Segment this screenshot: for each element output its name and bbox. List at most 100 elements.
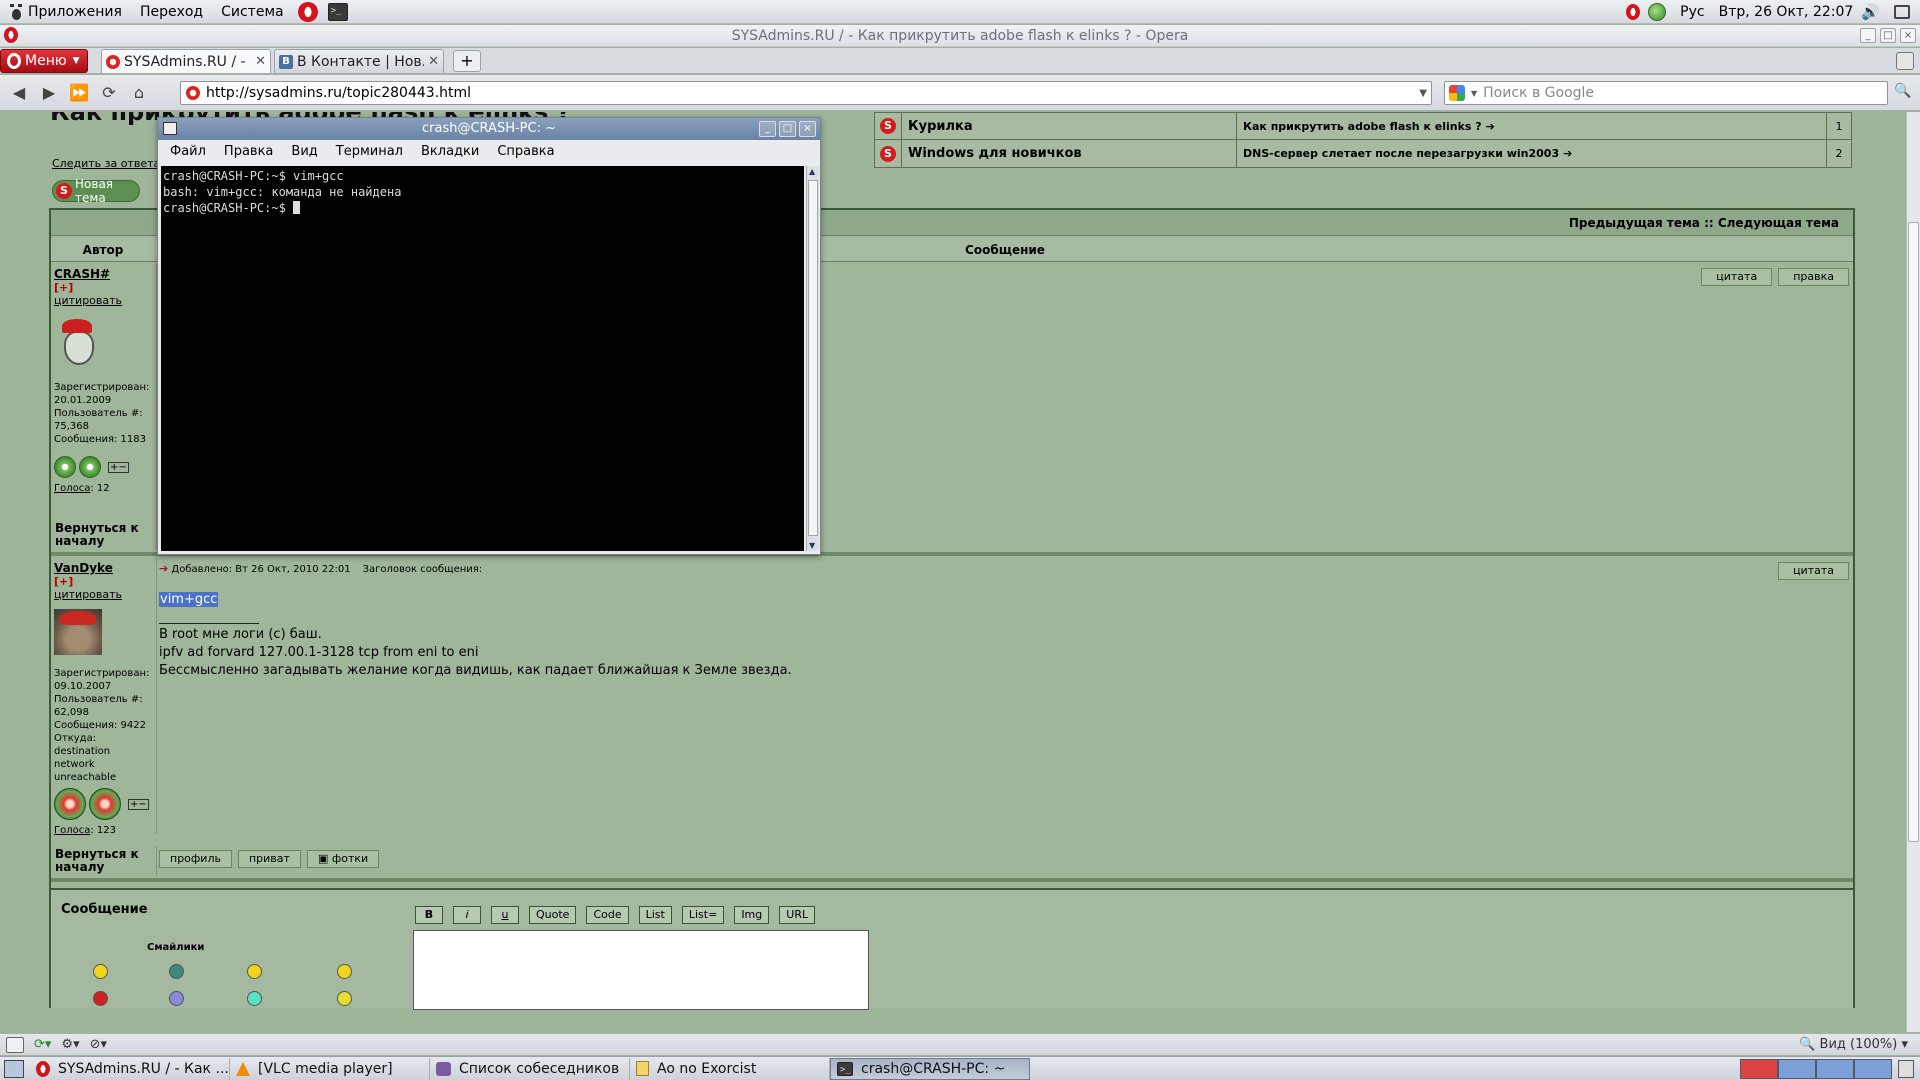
forward-arrow-icon[interactable]: ▶ xyxy=(36,81,62,105)
minimize-button[interactable]: _ xyxy=(1860,28,1876,43)
panel-toggle-icon[interactable] xyxy=(6,1036,24,1053)
workspace-1[interactable] xyxy=(1740,1058,1778,1079)
opera-tray-icon[interactable] xyxy=(1626,3,1641,20)
smiley-icon[interactable] xyxy=(169,964,184,979)
opera-launcher-icon[interactable] xyxy=(297,1,318,22)
expand-icon[interactable]: +− xyxy=(128,798,149,810)
bold-button[interactable]: B xyxy=(415,906,443,924)
terminal-maximize-button[interactable]: □ xyxy=(779,121,796,137)
scroll-down-icon[interactable]: ▼ xyxy=(809,541,815,550)
smiley-icon[interactable] xyxy=(247,991,262,1006)
opera-menu-button[interactable]: Меню ▼ xyxy=(0,48,88,73)
system-menu[interactable]: Система xyxy=(213,4,293,20)
related-forum[interactable]: Курилка xyxy=(901,113,1236,139)
author-name[interactable]: CRASH# xyxy=(54,268,153,281)
places-menu[interactable]: Переход xyxy=(132,4,213,20)
scrollbar-thumb[interactable] xyxy=(1908,222,1919,842)
taskbar-item-document[interactable]: Ao no Exorcist xyxy=(630,1057,830,1080)
quote-link[interactable]: цитировать xyxy=(54,294,153,307)
close-button[interactable]: × xyxy=(1900,28,1916,43)
terminal-menu-file[interactable]: Файл xyxy=(170,144,206,159)
terminal-launcher-icon[interactable] xyxy=(327,2,348,21)
new-tab-button[interactable]: + xyxy=(453,49,481,72)
tab-sysadmins[interactable]: SYSAdmins.RU / - ... ✕ xyxy=(101,49,271,73)
chevron-down-icon[interactable]: ▼ xyxy=(1471,89,1477,98)
tab-vkontakte[interactable]: В В Контакте | Нов... ✕ xyxy=(274,49,444,73)
address-url[interactable]: http://sysadmins.ru/topic280443.html xyxy=(206,85,471,101)
smiley-icon[interactable] xyxy=(169,991,184,1006)
show-desktop-icon[interactable] xyxy=(4,1059,24,1078)
smiley-icon[interactable] xyxy=(337,991,352,1006)
quote-format-button[interactable]: Quote xyxy=(529,906,577,924)
related-topic[interactable]: Как прикрутить adobe flash к elinks ? xyxy=(1243,120,1482,133)
terminal-title-bar[interactable]: crash@CRASH-PC: ~ _ □ × xyxy=(158,118,820,140)
edit-button[interactable]: правка xyxy=(1778,268,1849,286)
workspace-switcher[interactable] xyxy=(1740,1058,1892,1079)
terminal-menu-terminal[interactable]: Терминал xyxy=(336,144,403,159)
workspace-3[interactable] xyxy=(1816,1058,1854,1079)
smiley-icon[interactable] xyxy=(93,991,108,1006)
window-menu-icon[interactable] xyxy=(163,122,177,135)
unite-icon[interactable]: ⚙▾ xyxy=(61,1037,79,1052)
italic-button[interactable]: i xyxy=(453,906,481,924)
terminal-menu-edit[interactable]: Правка xyxy=(224,144,273,159)
terminal-menu-help[interactable]: Справка xyxy=(497,144,554,159)
photos-button[interactable]: ▣ фотки xyxy=(306,850,380,868)
google-icon[interactable] xyxy=(1449,85,1465,101)
author-name[interactable]: VanDyke xyxy=(54,562,153,575)
page-scrollbar[interactable] xyxy=(1906,112,1920,1032)
back-to-top-link[interactable]: Вернуться к началу xyxy=(51,520,157,550)
url-button[interactable]: URL xyxy=(779,906,816,924)
volume-icon[interactable]: 🔊 xyxy=(1861,3,1880,21)
tab-close-icon[interactable]: ✕ xyxy=(255,54,266,69)
network-icon[interactable] xyxy=(1648,2,1667,21)
clock[interactable]: Втр, 26 Окт, 22:07 xyxy=(1719,4,1854,20)
image-button[interactable]: Img xyxy=(734,906,770,924)
terminal-output[interactable]: crash@CRASH-PC:~$ vim+gcc bash: vim+gcc: … xyxy=(161,166,804,551)
profile-button[interactable]: профиль xyxy=(159,850,232,868)
reputation-plus[interactable]: [+] xyxy=(54,281,153,294)
goto-icon[interactable]: ➔ xyxy=(1486,120,1495,133)
search-icon[interactable]: 🔍 xyxy=(1894,83,1914,103)
taskbar-item-vlc[interactable]: [VLC media player] xyxy=(230,1057,430,1080)
code-button[interactable]: Code xyxy=(586,906,629,924)
expand-icon[interactable]: +− xyxy=(108,461,129,473)
quote-link[interactable]: цитировать xyxy=(54,588,153,601)
terminal-minimize-button[interactable]: _ xyxy=(759,121,776,137)
related-forum[interactable]: Windows для новичков xyxy=(901,140,1236,167)
sync-icon[interactable]: ⟳▾ xyxy=(34,1037,51,1052)
trash-icon[interactable] xyxy=(1896,52,1914,70)
trash-icon[interactable] xyxy=(1898,1059,1914,1078)
search-field[interactable]: ▼ Поиск в Google xyxy=(1444,81,1888,105)
goto-icon[interactable]: ➔ xyxy=(1563,147,1572,160)
reply-textarea[interactable] xyxy=(413,930,869,1010)
new-topic-button[interactable]: S Новая тема xyxy=(52,177,140,205)
opera-window-icon[interactable] xyxy=(4,27,18,43)
maximize-button[interactable]: □ xyxy=(1880,28,1896,43)
terminal-close-button[interactable]: × xyxy=(799,121,816,137)
tab-close-icon[interactable]: ✕ xyxy=(428,54,439,69)
smiley-icon[interactable] xyxy=(247,964,262,979)
fast-forward-icon[interactable]: ⏩ xyxy=(66,81,92,105)
back-to-top-link[interactable]: Вернуться к началу xyxy=(51,846,157,876)
related-topic[interactable]: DNS-сервер слетает после перезагрузки wi… xyxy=(1243,147,1559,160)
taskbar-item-terminal[interactable]: crash@CRASH-PC: ~ xyxy=(830,1057,1030,1080)
address-bar[interactable]: http://sysadmins.ru/topic280443.html ▼ xyxy=(180,81,1432,105)
workspace-4[interactable] xyxy=(1854,1058,1892,1079)
votes-link[interactable]: Голоса xyxy=(54,483,90,494)
reputation-plus[interactable]: [+] xyxy=(54,575,153,588)
battery-icon[interactable] xyxy=(1894,4,1910,19)
taskbar-item-pidgin[interactable]: Список собеседников xyxy=(430,1057,630,1080)
terminal-scrollbar-thumb[interactable] xyxy=(808,180,818,536)
back-arrow-icon[interactable]: ◀ xyxy=(6,81,32,105)
address-dropdown-icon[interactable]: ▼ xyxy=(1419,88,1427,99)
turbo-icon[interactable]: ⊘▾ xyxy=(90,1037,107,1052)
private-message-button[interactable]: приват xyxy=(237,850,301,868)
keyboard-layout[interactable]: Рус xyxy=(1680,4,1704,20)
reload-icon[interactable]: ⟳ xyxy=(96,81,122,105)
smiley-icon[interactable] xyxy=(93,964,108,979)
smiley-icon[interactable] xyxy=(337,964,352,979)
quote-button[interactable]: цитата xyxy=(1701,268,1773,286)
taskbar-item-opera[interactable]: SYSAdmins.RU / - Как ... xyxy=(30,1057,230,1080)
list-button[interactable]: List xyxy=(638,906,672,924)
